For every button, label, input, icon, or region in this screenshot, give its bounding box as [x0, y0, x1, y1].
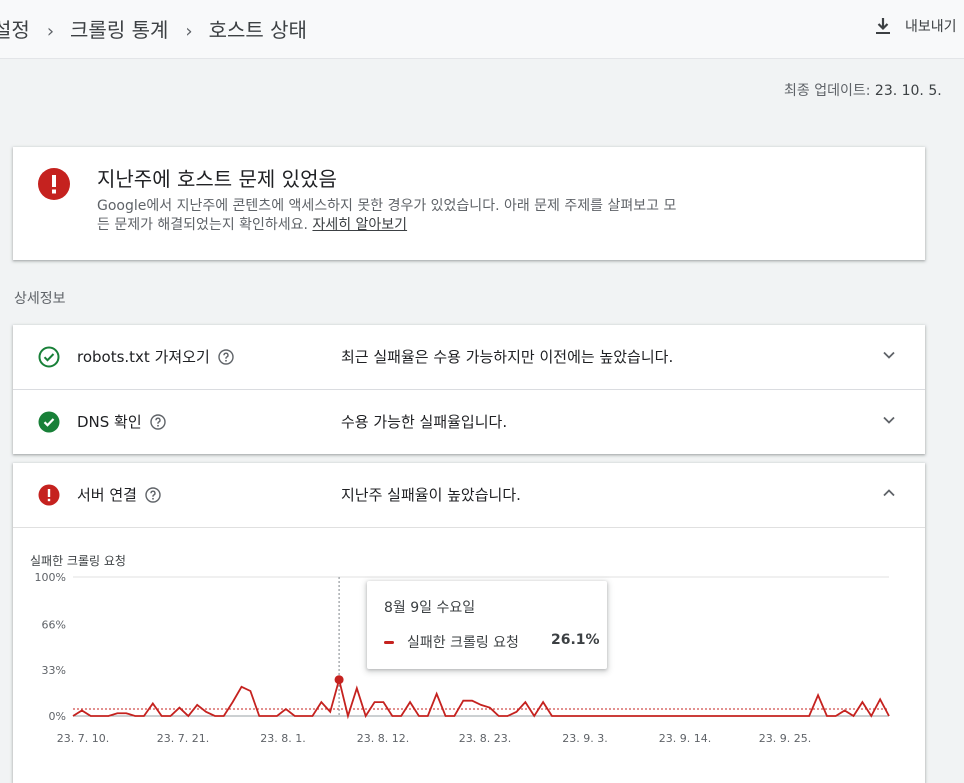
error-icon — [38, 168, 70, 200]
chevron-right-icon: › — [185, 21, 193, 42]
chevron-up-icon[interactable] — [881, 485, 897, 501]
tooltip-series-label: 실패한 크롤링 요청 — [407, 635, 519, 651]
y-tick-label: 0% — [49, 710, 66, 723]
y-tick-label: 66% — [42, 618, 66, 631]
export-label: 내보내기 — [905, 19, 957, 35]
breadcrumb-settings[interactable]: 설정 — [0, 18, 30, 42]
x-tick-label: 23. 9. 3. — [562, 732, 607, 745]
chevron-right-icon: › — [46, 21, 55, 42]
last-updated: 최종 업데이트: 23. 10. 5. — [784, 80, 942, 100]
top-bar: 설정 › 크롤링 통계 › 호스트 상태 내보내기 — [0, 0, 964, 59]
row-status: 최근 실패율은 수용 가능하지만 이전에는 높았습니다. — [341, 348, 674, 366]
x-tick-label: 23. 8. 12. — [357, 732, 409, 745]
check-outline-icon — [38, 346, 60, 368]
row-server-connectivity[interactable]: 서버 연결 지난주 실패율이 높았습니다. — [13, 463, 925, 527]
series-legend-swatch — [384, 641, 394, 644]
row-robots-fetch[interactable]: robots.txt 가져오기 최근 실패율은 수용 가능하지만 이전에는 높았… — [13, 325, 925, 389]
help-icon[interactable] — [145, 486, 161, 503]
row-name: DNS 확인 — [77, 411, 166, 432]
divider — [13, 527, 925, 528]
row-name: 서버 연결 — [77, 484, 161, 505]
row-name-text: DNS 확인 — [77, 413, 142, 431]
x-tick-label: 23. 8. 1. — [260, 732, 305, 745]
chevron-down-icon[interactable] — [881, 412, 897, 428]
row-name-text: 서버 연결 — [77, 486, 137, 504]
last-updated-value: 23. 10. 5. — [874, 83, 942, 99]
breadcrumb: 설정 › 크롤링 통계 › 호스트 상태 — [0, 14, 307, 43]
chart-tooltip: 8월 9일 수요일 실패한 크롤링 요청 26.1% — [367, 581, 607, 669]
help-icon[interactable] — [149, 413, 166, 430]
row-name-text: robots.txt 가져오기 — [77, 348, 210, 366]
server-connectivity-panel: 서버 연결 지난주 실패율이 높았습니다. 실패한 크롤링 요청 100% 66%… — [13, 463, 925, 783]
breadcrumb-crawl-stats[interactable]: 크롤링 통계 — [70, 18, 168, 42]
download-icon — [876, 18, 890, 34]
row-status: 수용 가능한 실패율입니다. — [341, 413, 508, 431]
x-tick-label: 23. 8. 23. — [459, 732, 511, 745]
help-icon[interactable] — [218, 348, 234, 365]
row-dns-resolution[interactable]: DNS 확인 수용 가능한 실패율입니다. — [13, 390, 925, 454]
host-problem-alert: 지난주에 호스트 문제 있었음 Google에서 지난주에 콘텐츠에 액세스하지… — [13, 147, 925, 260]
export-button[interactable]: 내보내기 — [875, 16, 957, 36]
x-tick-label: 23. 9. 14. — [659, 732, 711, 745]
tooltip-value: 26.1% — [551, 632, 600, 648]
details-list: robots.txt 가져오기 최근 실패율은 수용 가능하지만 이전에는 높았… — [13, 325, 925, 454]
section-label-details: 상세정보 — [14, 291, 66, 307]
error-icon — [38, 484, 60, 506]
hovered-data-point — [334, 675, 344, 685]
alert-title: 지난주에 호스트 문제 있었음 — [97, 167, 337, 191]
x-tick-label: 23. 9. 25. — [759, 732, 811, 745]
y-tick-label: 33% — [42, 664, 66, 677]
x-tick-label: 23. 7. 21. — [157, 732, 209, 745]
series-line — [72, 676, 890, 720]
last-updated-label: 최종 업데이트: — [784, 83, 871, 99]
tooltip-date: 8월 9일 수요일 — [384, 600, 476, 616]
chevron-down-icon[interactable] — [881, 347, 897, 363]
y-tick-label: 100% — [35, 571, 66, 584]
learn-more-link[interactable]: 자세히 알아보기 — [312, 217, 407, 233]
alert-body: Google에서 지난주에 콘텐츠에 액세스하지 못한 경우가 있었습니다. 아… — [97, 197, 677, 235]
row-name: robots.txt 가져오기 — [77, 346, 234, 367]
check-filled-icon — [38, 411, 60, 433]
breadcrumb-host-status: 호스트 상태 — [208, 18, 307, 42]
x-tick-label: 23. 7. 10. — [57, 732, 109, 745]
row-status: 지난주 실패율이 높았습니다. — [341, 486, 521, 504]
